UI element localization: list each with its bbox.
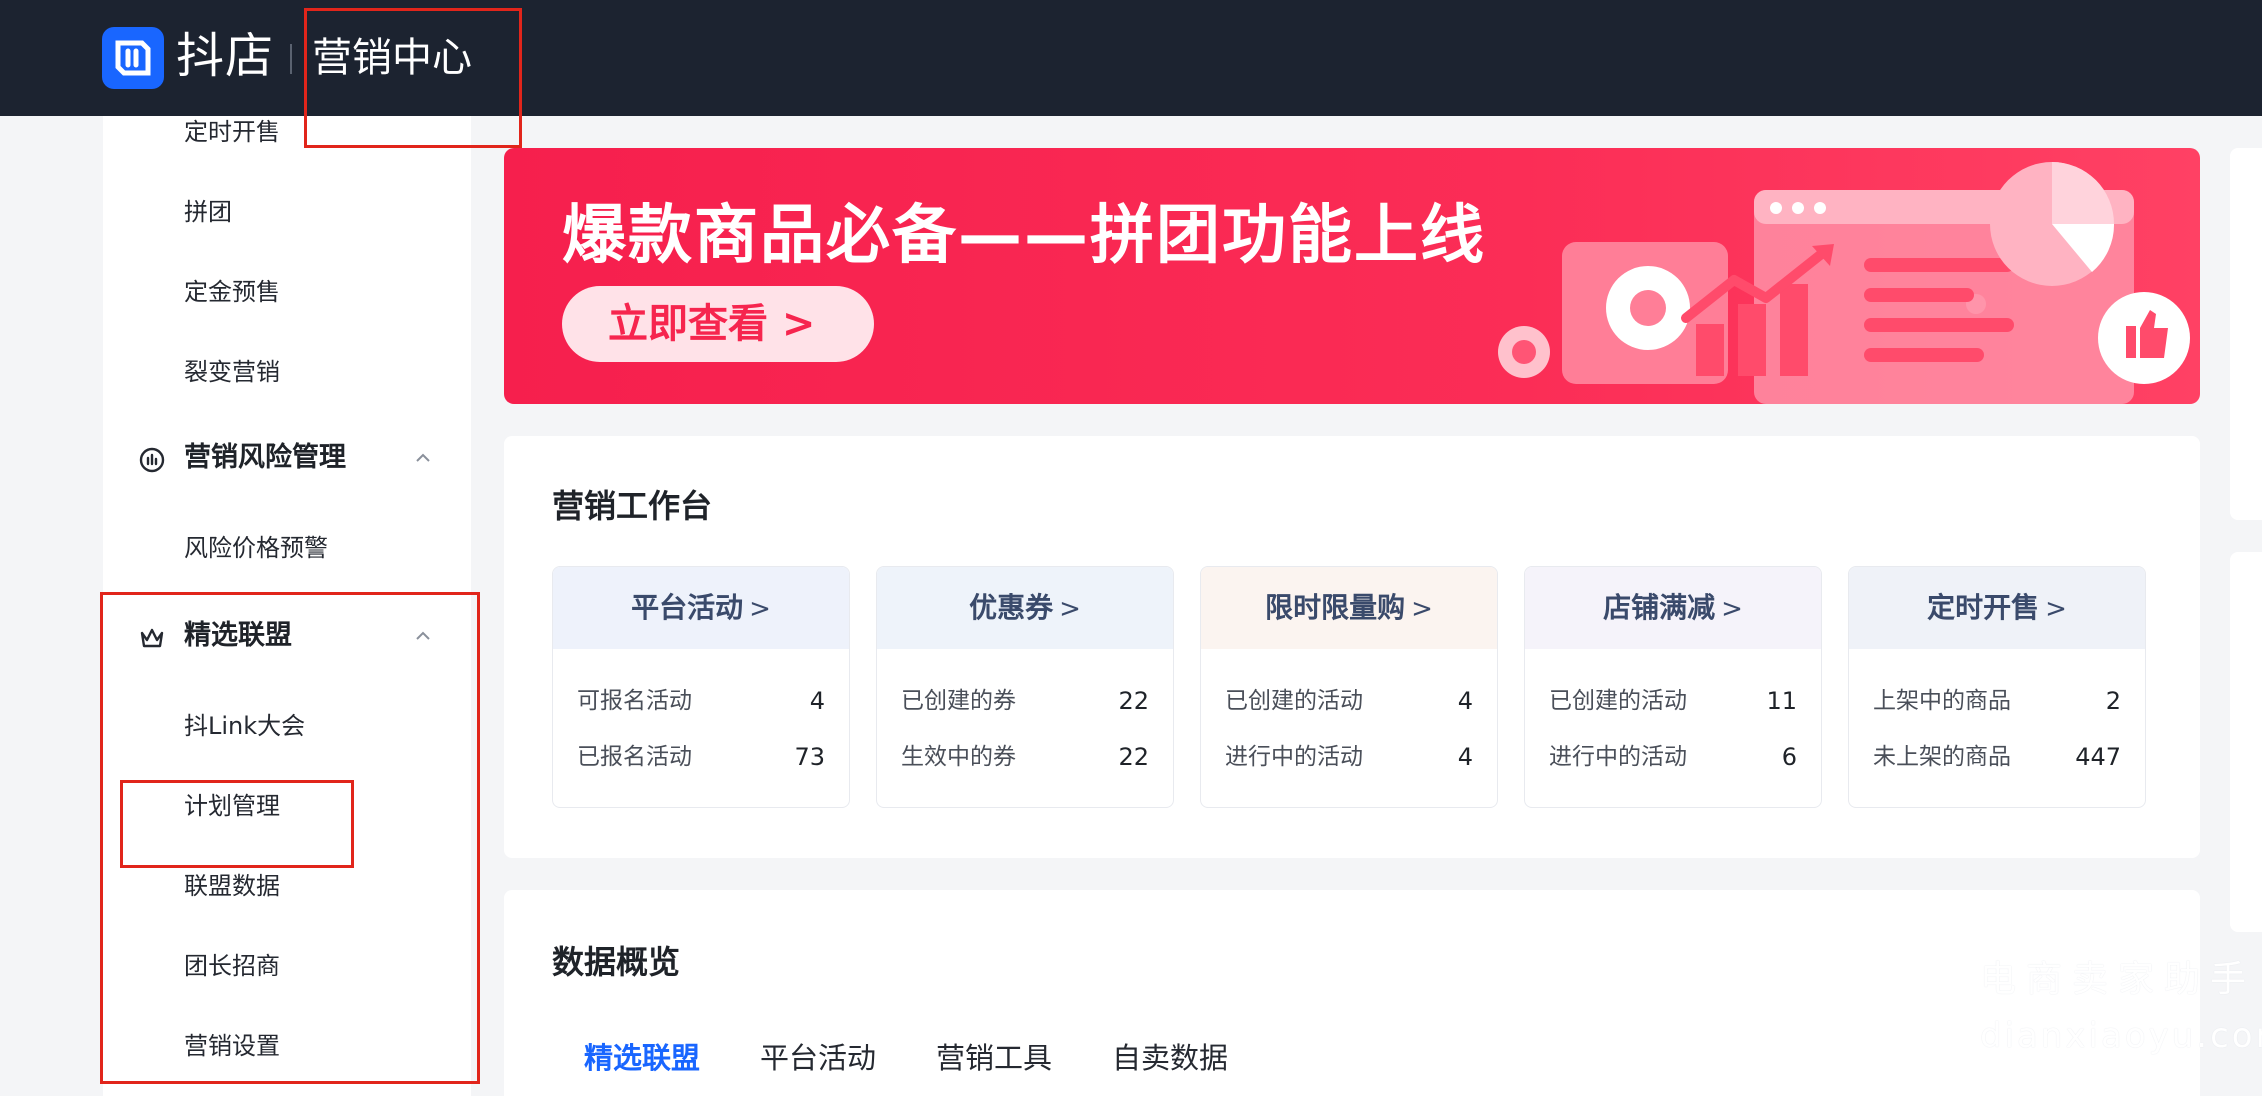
sidebar-group-risk-label: 营销风险管理 [184,442,346,473]
row-label: 已创建的活动 [1549,688,1687,714]
brand-divider [290,44,292,74]
sidebar-item-deposit-presale[interactable]: 定金预售 [184,276,280,308]
row-value: 22 [1118,743,1149,771]
tile-row: 上架中的商品 2 [1873,685,2121,717]
tile-coupons[interactable]: 优惠券 > 已创建的券 22 生效中的券 22 [876,566,1174,808]
tile-row: 已报名活动 73 [577,741,825,773]
dianxiaoyu-watermark-logo [1601,965,1974,1066]
tile-row: 未上架的商品 447 [1873,741,2121,773]
tile-title: 优惠券 [969,591,1054,624]
brand-name[interactable]: 抖店 [176,26,274,86]
chevron-up-icon[interactable] [413,448,433,468]
tile-row: 已创建的活动 11 [1549,685,1797,717]
row-value: 4 [1457,687,1473,715]
tab-self-sale-data[interactable]: 自卖数据 [1112,1038,1228,1078]
highlight-box-plan-management [120,780,354,868]
right-panel-edge [2230,552,2262,932]
row-value: 11 [1766,687,1797,715]
row-label: 已创建的券 [901,688,1016,714]
row-label: 已报名活动 [577,744,692,770]
tile-platform-activity[interactable]: 平台活动 > 可报名活动 4 已报名活动 73 [552,566,850,808]
chevron-right-icon: > [1721,594,1743,624]
tile-row: 可报名活动 4 [577,685,825,717]
sidebar-item-viral-marketing[interactable]: 裂变营销 [184,356,280,388]
row-value: 6 [1781,743,1797,771]
tile-store-discount-header[interactable]: 店铺满减 > [1525,567,1821,649]
tile-flash-sale[interactable]: 限时限量购 > 已创建的活动 4 进行中的活动 4 [1200,566,1498,808]
sidebar-item-risk-price-alert[interactable]: 风险价格预警 [184,532,328,564]
tile-row: 已创建的券 22 [901,685,1149,717]
row-label: 上架中的商品 [1873,688,2011,714]
row-value: 4 [1457,743,1473,771]
row-label: 可报名活动 [577,688,692,714]
tile-row: 进行中的活动 6 [1549,741,1797,773]
tab-alliance[interactable]: 精选联盟 [584,1038,700,1078]
row-value: 447 [2075,743,2121,771]
row-value: 73 [794,743,825,771]
row-label: 进行中的活动 [1225,744,1363,770]
chevron-right-icon: > [1411,594,1433,624]
promo-banner[interactable]: 爆款商品必备——拼团功能上线 立即查看 > [504,148,2200,404]
chevron-right-icon: > [749,594,771,624]
tile-row: 进行中的活动 4 [1225,741,1473,773]
row-label: 已创建的活动 [1225,688,1363,714]
banner-view-button[interactable]: 立即查看 > [562,286,874,362]
row-label: 生效中的券 [901,744,1016,770]
doudian-logo-icon[interactable] [102,27,164,89]
overview-title: 数据概览 [552,943,681,981]
tile-title: 限时限量购 [1265,591,1406,624]
chevron-right-icon: > [2045,594,2067,624]
tile-flash-sale-header[interactable]: 限时限量购 > [1201,567,1497,649]
tab-marketing-tools[interactable]: 营销工具 [936,1038,1052,1078]
tile-platform-activity-header[interactable]: 平台活动 > [553,567,849,649]
row-label: 进行中的活动 [1549,744,1687,770]
tile-timed-sale-header[interactable]: 定时开售 > [1849,567,2145,649]
workbench-title: 营销工作台 [552,487,713,525]
chevron-right-icon: > [1059,594,1081,624]
tile-row: 生效中的券 22 [901,741,1149,773]
row-value: 22 [1118,687,1149,715]
tile-row: 已创建的活动 4 [1225,685,1473,717]
tile-title: 平台活动 [631,591,744,624]
tile-coupons-header[interactable]: 优惠券 > [877,567,1173,649]
right-panel-edge [2230,148,2262,520]
sidebar-item-timed-sale[interactable]: 定时开售 [184,116,280,148]
tab-platform-activity[interactable]: 平台活动 [760,1038,876,1078]
watermark-cn-text: 电商卖家助手 [1980,959,2257,1000]
marketing-workbench-card: 营销工作台 平台活动 > 可报名活动 4 已报名活动 73 优惠券 > 已创建的券 22 … [504,436,2200,858]
sidebar-item-group-buy[interactable]: 拼团 [184,196,232,228]
tile-title: 定时开售 [1927,591,2040,624]
watermark-en-text: dianxiaoyu.com [1980,1016,2262,1056]
banner-illustration [1498,162,2190,404]
sidebar-group-risk[interactable]: 营销风险管理 [138,438,438,478]
tile-store-discount[interactable]: 店铺满减 > 已创建的活动 11 进行中的活动 6 [1524,566,1822,808]
tile-timed-sale[interactable]: 定时开售 > 上架中的商品 2 未上架的商品 447 [1848,566,2146,808]
tile-title: 店铺满减 [1603,591,1716,624]
banner-title: 爆款商品必备——拼团功能上线 [562,199,1486,273]
highlight-box-section-title [304,8,522,148]
row-value: 2 [2105,687,2121,715]
row-label: 未上架的商品 [1873,744,2011,770]
gauge-icon [139,447,165,473]
row-value: 4 [809,687,825,715]
